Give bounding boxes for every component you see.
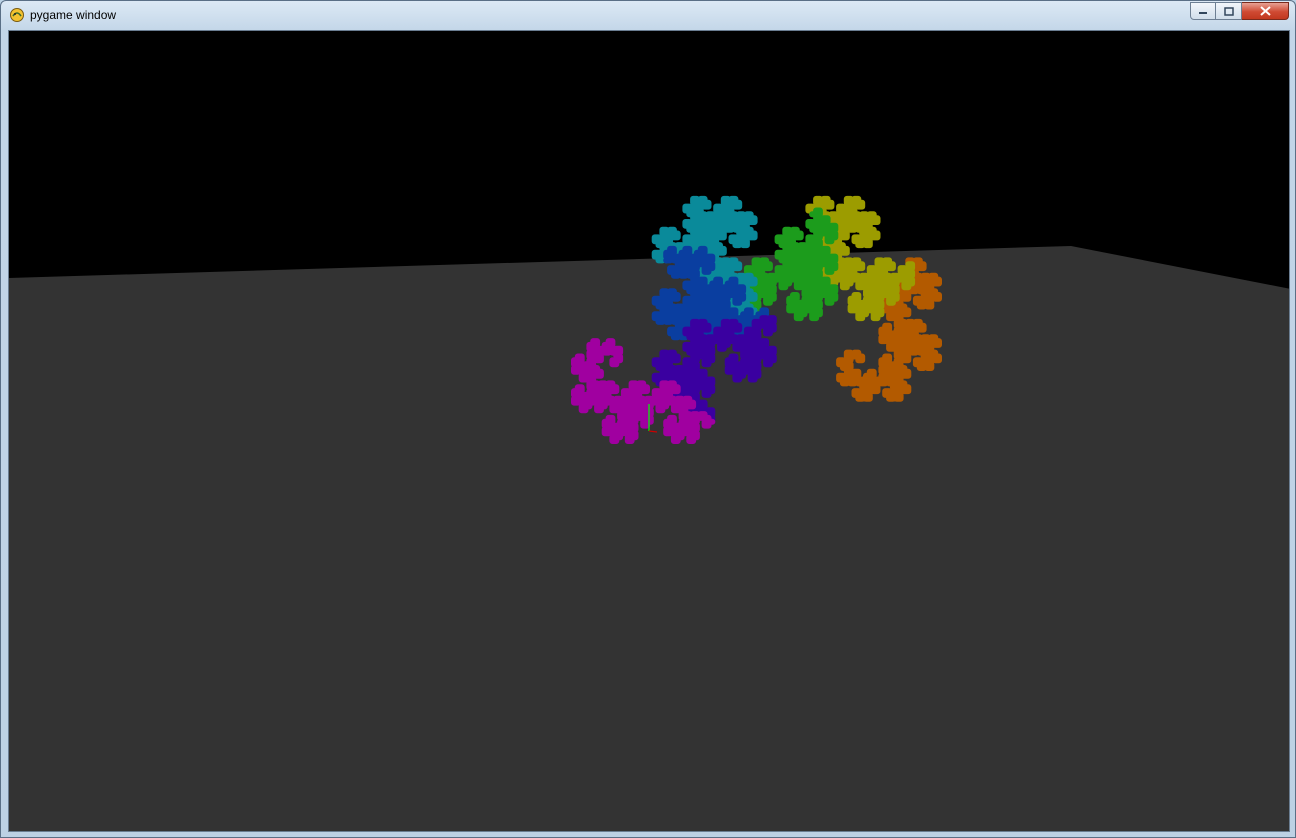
floor-plane — [9, 246, 1289, 831]
title-bar[interactable]: pygame window — [1, 1, 1295, 30]
pygame-icon — [9, 7, 25, 23]
minimize-button[interactable] — [1190, 2, 1216, 20]
render-viewport[interactable] — [8, 30, 1290, 832]
close-button[interactable] — [1242, 2, 1289, 20]
app-window: pygame window — [0, 0, 1296, 838]
window-controls — [1190, 2, 1289, 21]
3d-scene — [9, 31, 1289, 831]
close-icon — [1259, 6, 1271, 16]
window-title: pygame window — [30, 8, 117, 22]
maximize-button[interactable] — [1216, 2, 1242, 20]
maximize-icon — [1223, 6, 1234, 16]
minimize-icon — [1199, 12, 1207, 14]
